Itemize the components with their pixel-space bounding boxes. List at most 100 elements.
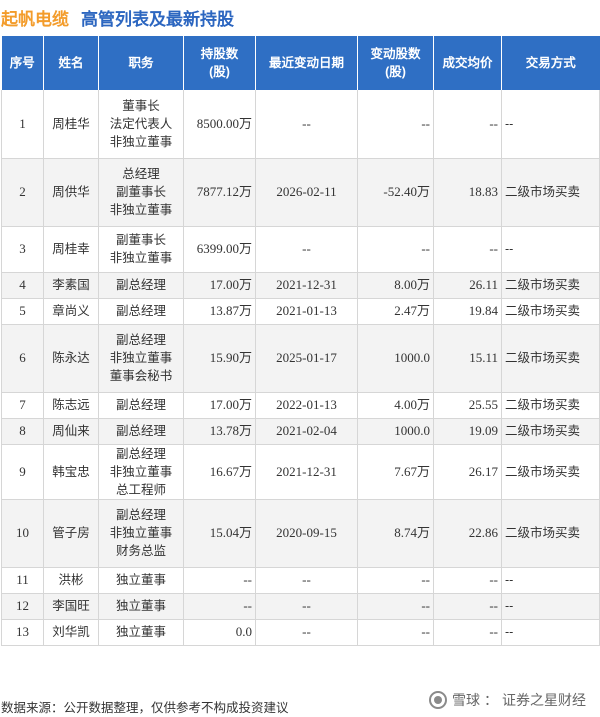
- cell-shares: --: [183, 593, 256, 620]
- cell-method: --: [501, 619, 600, 646]
- position-line: 副总经理: [115, 304, 166, 318]
- position-line: 非独立董事: [109, 134, 173, 149]
- cell-name: 周仙来: [43, 418, 99, 445]
- header-name: 姓名: [43, 36, 99, 90]
- cell-change: -52.40万: [357, 158, 434, 227]
- position-line: 总经理: [122, 167, 160, 181]
- cell-price: 26.17: [433, 444, 502, 500]
- cell-date: --: [255, 90, 358, 159]
- cell-name: 管子房: [43, 499, 99, 568]
- cell-seq: 13: [1, 619, 44, 646]
- cell-method: --: [501, 593, 600, 620]
- cell-change: 1000.0: [357, 418, 434, 445]
- cell-change: 8.00万: [357, 272, 434, 299]
- brand-platform: 雪球: [452, 692, 480, 708]
- cell-shares: 0.0: [183, 619, 256, 646]
- cell-position: 独立董事: [98, 619, 184, 646]
- position-line: 独立董事: [115, 625, 166, 639]
- cell-seq: 7: [1, 392, 44, 419]
- cell-seq: 1: [1, 90, 44, 159]
- cell-date: --: [255, 619, 358, 646]
- cell-date: 2025-01-17: [255, 324, 358, 393]
- cell-date: 2021-12-31: [255, 444, 358, 500]
- position-line: 董事会秘书: [109, 369, 173, 383]
- data-source-note: 数据来源：公开数据整理，仅供参考不构成投资建议: [1, 701, 289, 715]
- position-line: 非独立董事: [109, 203, 173, 217]
- cell-price: 19.09: [433, 418, 502, 445]
- header-change-line2: (股): [385, 65, 406, 79]
- position-line: 财务总监: [115, 544, 166, 558]
- position-line: 非独立董事: [109, 464, 173, 479]
- cell-name: 周桂幸: [43, 226, 99, 273]
- cell-position: 总经理 副董事长 非独立董事: [98, 158, 184, 227]
- cell-seq: 6: [1, 324, 44, 393]
- cell-shares: 6399.00万: [183, 226, 256, 273]
- cell-position: 独立董事: [98, 567, 184, 594]
- table-body: 1 周桂华 董事长 法定代表人 非独立董事 8500.00万 -- -- -- -- 2 周供华 总经理…: [1, 90, 600, 646]
- table-row: 3 周桂幸 副董事长 非独立董事 6399.00万 -- -- -- --: [1, 226, 600, 273]
- table-row: 12 李国旺 独立董事 -- -- -- -- --: [1, 593, 600, 620]
- cell-position: 副总经理: [98, 298, 184, 325]
- brand-separator: ：: [484, 692, 498, 708]
- cell-date: --: [255, 226, 358, 273]
- cell-price: 22.86: [433, 499, 502, 568]
- executive-holdings-table: 序号 姓名 职务 持股数 (股) 最近变动日期 变动股数 (股) 成交均价 交易…: [1, 36, 600, 646]
- header-price: 成交均价: [433, 36, 502, 90]
- position-line: 法定代表人: [109, 116, 173, 131]
- brand-account: 证券之星财经: [502, 692, 586, 708]
- cell-position: 董事长 法定代表人 非独立董事: [98, 90, 184, 159]
- position-line: 副总经理: [115, 446, 166, 461]
- cell-shares: 15.90万: [183, 324, 256, 393]
- table-row: 11 洪彬 独立董事 -- -- -- -- --: [1, 567, 600, 594]
- table-row: 8 周仙来 副总经理 13.78万 2021-02-04 1000.0 19.09 二级市场买…: [1, 418, 600, 445]
- cell-change: --: [357, 619, 434, 646]
- position-line: 总工程师: [115, 482, 166, 497]
- table-row: 10 管子房 副总经理 非独立董事 财务总监 15.04万 2020-09-15 8.74万 2…: [1, 499, 600, 568]
- cell-seq: 3: [1, 226, 44, 273]
- cell-price: --: [433, 226, 502, 273]
- cell-position: 副总经理非独立董事财务总监: [98, 499, 184, 568]
- cell-date: 2022-01-13: [255, 392, 358, 419]
- position-line: 副董事长: [115, 233, 166, 247]
- cell-price: --: [433, 619, 502, 646]
- table-row: 7 陈志远 副总经理 17.00万 2022-01-13 4.00万 25.55 二级市场买卖: [1, 392, 600, 419]
- cell-method: 二级市场买卖: [501, 499, 600, 568]
- cell-seq: 11: [1, 567, 44, 594]
- cell-seq: 9: [1, 444, 44, 500]
- table-row: 4 李素国 副总经理 17.00万 2021-12-31 8.00万 26.11 二级市场买卖: [1, 272, 600, 299]
- cell-shares: 7877.12万: [183, 158, 256, 227]
- cell-date: --: [255, 593, 358, 620]
- cell-name: 李国旺: [43, 593, 99, 620]
- cell-change: --: [357, 90, 434, 159]
- cell-name: 刘华凯: [43, 619, 99, 646]
- cell-shares: 13.78万: [183, 418, 256, 445]
- title-bar: 起帆电缆 高管列表及最新持股: [0, 0, 600, 34]
- cell-seq: 12: [1, 593, 44, 620]
- cell-shares: 15.04万: [183, 499, 256, 568]
- cell-price: --: [433, 567, 502, 594]
- cell-change: --: [357, 226, 434, 273]
- cell-shares: --: [183, 567, 256, 594]
- cell-date: 2021-01-13: [255, 298, 358, 325]
- table-row: 13 刘华凯 独立董事 0.0 -- -- -- --: [1, 619, 600, 646]
- cell-position: 副总经理: [98, 392, 184, 419]
- cell-position: 副总经理非独立董事总工程师: [98, 444, 184, 500]
- cell-price: 18.83: [433, 158, 502, 227]
- position-line: 非独立董事: [109, 351, 173, 365]
- cell-method: 二级市场买卖: [501, 418, 600, 445]
- cell-seq: 2: [1, 158, 44, 227]
- cell-method: 二级市场买卖: [501, 158, 600, 227]
- header-date: 最近变动日期: [255, 36, 358, 90]
- position-line: 非独立董事: [109, 526, 173, 540]
- cell-change: 7.67万: [357, 444, 434, 500]
- position-line: 副总经理: [115, 398, 166, 412]
- cell-date: 2020-09-15: [255, 499, 358, 568]
- cell-seq: 4: [1, 272, 44, 299]
- cell-method: --: [501, 226, 600, 273]
- table-row: 1 周桂华 董事长 法定代表人 非独立董事 8500.00万 -- -- -- --: [1, 90, 600, 159]
- cell-method: 二级市场买卖: [501, 272, 600, 299]
- snowball-logo-icon: [429, 691, 447, 709]
- position-line: 非独立董事: [109, 251, 173, 265]
- position-line: 副总经理: [115, 508, 166, 522]
- cell-position: 副总经理: [98, 418, 184, 445]
